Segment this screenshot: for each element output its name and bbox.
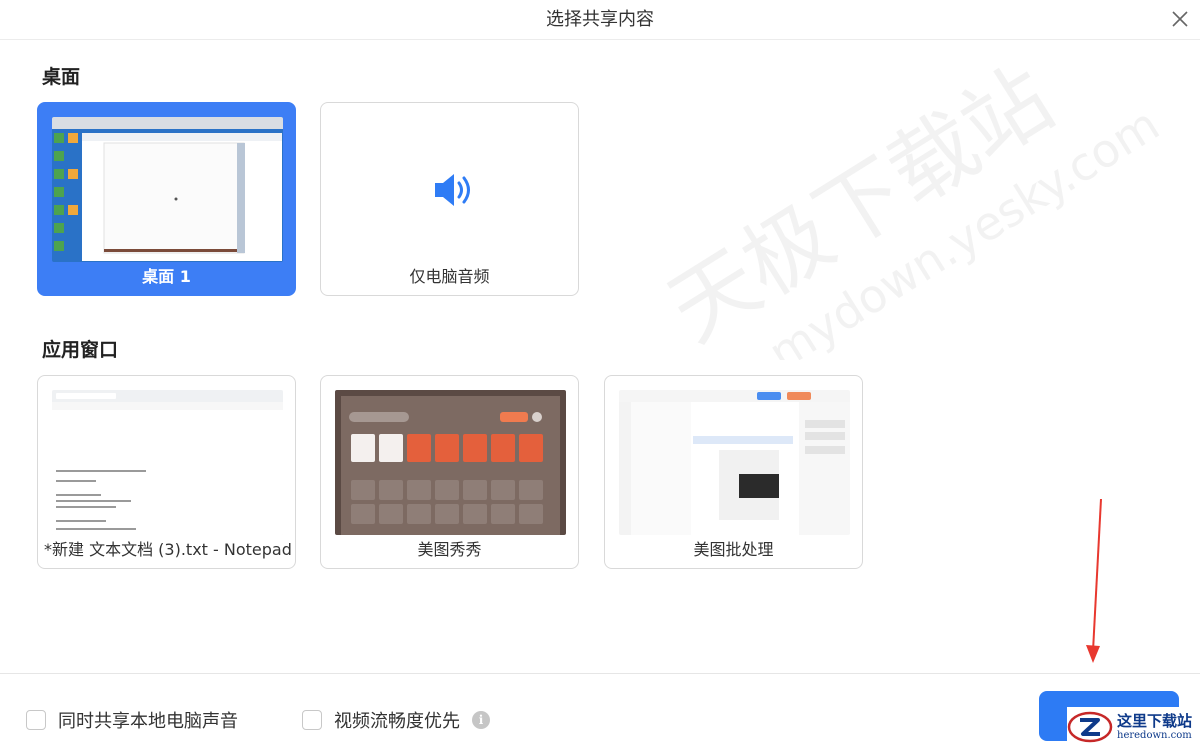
smooth-video-label: 视频流畅度优先: [334, 711, 460, 732]
badge-cn: 这里下载站: [1117, 711, 1193, 730]
watermark: 天极下载站 mydown.yesky.com: [652, 60, 1168, 360]
watermark-line1: 天极下载站: [652, 60, 1070, 360]
share-sound-checkbox[interactable]: 同时共享本地电脑声音: [26, 707, 238, 733]
annotation-arrow: [1086, 498, 1102, 663]
info-icon[interactable]: i: [472, 711, 490, 729]
badge-en: heredown.com: [1117, 729, 1192, 741]
watermark-line2: mydown.yesky.com: [759, 97, 1168, 360]
desktop-section-title: 桌面: [42, 66, 81, 88]
meitu-batch-window-card[interactable]: 美图批处理: [604, 375, 863, 569]
close-icon[interactable]: [1168, 7, 1192, 31]
notepad-window-card[interactable]: *新建 文本文档 (3).txt - Notepad: [37, 375, 296, 569]
share-sound-checkbox-box[interactable]: [26, 710, 46, 730]
share-sound-label: 同时共享本地电脑声音: [58, 711, 238, 732]
speaker-icon: [435, 174, 470, 206]
notepad-window-label: *新建 文本文档 (3).txt - Notepad: [44, 540, 292, 559]
meitu-batch-window-label: 美图批处理: [693, 540, 774, 559]
site-badge: 这里下载站 heredown.com: [1067, 707, 1200, 747]
smooth-video-checkbox-box[interactable]: [302, 710, 322, 730]
dialog-footer: 同时共享本地电脑声音 视频流畅度优先 i: [0, 673, 1200, 747]
meitu-xiuxiu-window-label: 美图秀秀: [417, 540, 482, 559]
smooth-video-checkbox[interactable]: 视频流畅度优先 i: [302, 707, 490, 733]
meitu-xiuxiu-window-card[interactable]: 美图秀秀: [320, 375, 579, 569]
badge-logo-icon: [1067, 711, 1113, 743]
dialog-title: 选择共享内容: [546, 9, 654, 30]
desktop-1-card[interactable]: 桌面 1: [37, 102, 296, 296]
dialog-title-bar: 选择共享内容: [0, 0, 1200, 40]
notepad-thumbnail: [52, 390, 283, 535]
audio-only-label: 仅电脑音频: [409, 267, 490, 286]
desktop-1-label: 桌面 1: [142, 267, 191, 286]
meitu-xiuxiu-thumbnail: [335, 390, 566, 535]
audio-only-card[interactable]: 仅电脑音频: [320, 102, 579, 296]
meitu-batch-thumbnail: [619, 390, 850, 535]
desktop-thumbnail: [52, 117, 283, 262]
apps-section-title: 应用窗口: [42, 339, 119, 361]
